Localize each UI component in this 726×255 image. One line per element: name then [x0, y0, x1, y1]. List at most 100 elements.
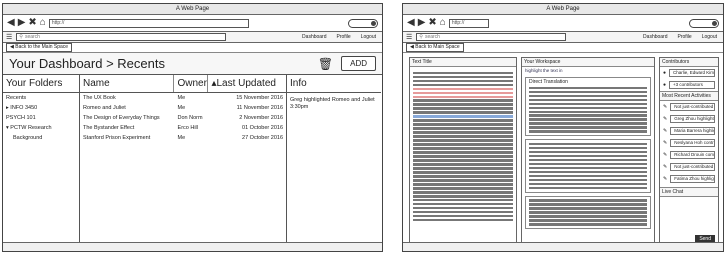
home-icon[interactable]: ⌂ — [40, 18, 46, 28]
pencil-icon: ✎ — [663, 104, 668, 110]
activity-text: Not just-contributed — [670, 163, 715, 171]
window-title: A Web Page — [3, 4, 382, 15]
contributor-item[interactable]: ● Charlie, Edward Kim — [660, 67, 718, 79]
cell-date: 01 October 2016 — [242, 125, 284, 131]
recent-activities-title: Most Recent Activities — [660, 91, 718, 101]
nav-logout-link[interactable]: Logout — [699, 34, 720, 40]
col-name-header[interactable]: Name — [80, 75, 175, 92]
cell-name: The Design of Everyday Things — [83, 115, 160, 121]
analysis-box[interactable] — [525, 139, 651, 193]
translation-box[interactable]: Direct Translation — [525, 77, 651, 137]
dashboard-window: A Web Page ◀ ▶ ✖ ⌂ http:// ☰ ⚲ search Da… — [2, 3, 383, 252]
search-icon: ⚲ — [19, 34, 23, 40]
app-bar: ☰ ⚲ search Dashboard Profile Logout — [3, 32, 382, 43]
col-owner-header[interactable]: Owner — [174, 75, 209, 92]
dashboard-columns: Your Folders Recents ▸ INFO 3450 PSYCH 1… — [3, 75, 382, 243]
cell-name: Stanford Prison Experiment — [83, 135, 151, 141]
pencil-icon: ✎ — [663, 176, 668, 182]
home-icon[interactable]: ⌂ — [440, 18, 446, 28]
back-arrow-icon[interactable]: ◀ — [7, 18, 15, 28]
contributors-title: Contributors — [660, 58, 718, 67]
cell-name: The Bystander Effect — [83, 125, 135, 131]
pencil-icon: ✎ — [663, 140, 668, 146]
cell-name: Romeo and Juliet — [83, 105, 126, 111]
sidebar-panel: Contributors ● Charlie, Edward Kim ● +3 … — [659, 57, 719, 247]
search-placeholder: search — [424, 34, 440, 40]
nav-logout-link[interactable]: Logout — [358, 34, 379, 40]
activity-item[interactable]: ✎Neslyana Hoh contributed — [660, 137, 718, 149]
nav-profile-link[interactable]: Profile — [675, 34, 695, 40]
user-icon: ● — [663, 82, 667, 88]
cell-owner: Don Norm — [177, 115, 203, 121]
table-header: Name Owner ▴Last Updated — [80, 75, 286, 93]
activity-item[interactable]: ✎ Not just-contributed — [660, 101, 718, 113]
activity-item[interactable]: ✎Richard Drouin commented — [660, 149, 718, 161]
activity-text: Greg Zhou highlighted — [670, 115, 715, 123]
col-updated-header[interactable]: ▴Last Updated — [208, 75, 286, 92]
toggle-switch[interactable] — [689, 18, 719, 28]
forward-arrow-icon[interactable]: ▶ — [418, 18, 426, 28]
pencil-icon: ✎ — [663, 152, 668, 158]
back-to-main-label: Back to the Main Space — [15, 44, 69, 50]
folder-item[interactable]: Background — [3, 133, 79, 143]
files-table: Name Owner ▴Last Updated The UX Book Me … — [80, 75, 287, 243]
folder-item[interactable]: Recents — [3, 93, 79, 103]
search-placeholder: search — [24, 34, 40, 40]
add-button[interactable]: ADD — [341, 56, 376, 71]
pencil-icon: ✎ — [663, 128, 668, 134]
close-icon[interactable]: ✖ — [28, 18, 36, 28]
text-body[interactable] — [410, 67, 516, 226]
back-to-main-button[interactable]: ◀ Back to Main Space — [406, 43, 464, 52]
folder-item[interactable]: ▸ INFO 3450 — [3, 103, 79, 113]
table-row[interactable]: The Bystander Effect Erco Hill 01 Octobe… — [80, 123, 286, 133]
folder-item[interactable]: PSYCH 101 — [3, 113, 79, 123]
status-bar — [403, 242, 723, 251]
nav-dashboard-link[interactable]: Dashboard — [640, 34, 670, 40]
forward-arrow-icon[interactable]: ▶ — [18, 18, 26, 28]
cell-owner: Me — [177, 95, 186, 101]
workspace-panel: Your Workspace highlight the text in Dir… — [521, 57, 655, 247]
activity-item[interactable]: ✎ Not just-contributed — [660, 161, 718, 173]
activity-item[interactable]: ✎Maria Barrera highlighted — [660, 125, 718, 137]
direct-translation-label: Direct Translation — [529, 79, 568, 85]
nav-profile-link[interactable]: Profile — [334, 34, 354, 40]
activity-text: Fatima Zhou highlighted — [670, 175, 715, 183]
live-chat-title: Live Chat — [660, 187, 718, 197]
back-to-main-button[interactable]: ◀ Back to the Main Space — [6, 43, 73, 52]
table-row[interactable]: Stanford Prison Experiment Me 27 October… — [80, 133, 286, 143]
cell-date: 15 November 2016 — [236, 95, 284, 101]
trash-icon[interactable]: 🗑 — [318, 57, 333, 71]
contributor-name: Charlie, Edward Kim — [669, 69, 715, 77]
menu-icon[interactable]: ☰ — [6, 33, 12, 41]
folder-item[interactable]: ▾ PCTW Research — [3, 123, 79, 133]
activity-item[interactable]: ✎Fatima Zhou highlighted — [660, 173, 718, 185]
activity-text: Maria Barrera highlighted — [670, 127, 715, 135]
cell-date: 11 November 2016 — [236, 105, 284, 111]
table-row[interactable]: Romeo and Juliet Me 11 November 2016 — [80, 103, 286, 113]
text-title: Text Title — [410, 58, 516, 67]
cell-owner: Me — [177, 135, 186, 141]
url-field[interactable]: http:// — [48, 18, 249, 28]
menu-icon[interactable]: ☰ — [406, 33, 412, 41]
cell-name: The UX Book — [83, 95, 116, 101]
toggle-switch[interactable] — [348, 18, 378, 28]
url-field[interactable]: http:// — [448, 18, 489, 28]
notes-box[interactable] — [525, 195, 651, 230]
search-input[interactable]: ⚲ search — [416, 33, 567, 41]
pencil-icon: ✎ — [663, 164, 668, 170]
contributor-item[interactable]: ● +3 contributors — [660, 79, 718, 91]
browser-toolbar: ◀ ▶ ✖ ⌂ http:// — [3, 15, 382, 32]
text-panel: Text Title — [409, 57, 517, 247]
activity-text: Not just-contributed — [670, 103, 715, 111]
back-arrow-icon[interactable]: ◀ — [407, 18, 415, 28]
table-row[interactable]: The Design of Everyday Things Don Norm 2… — [80, 113, 286, 123]
browser-toolbar: ◀ ▶ ✖ ⌂ http:// — [403, 15, 723, 32]
back-to-main-label: Back to Main Space — [415, 44, 460, 50]
close-icon[interactable]: ✖ — [428, 18, 436, 28]
folders-panel: Your Folders Recents ▸ INFO 3450 PSYCH 1… — [3, 75, 80, 243]
nav-dashboard-link[interactable]: Dashboard — [299, 34, 329, 40]
cell-date: 27 October 2016 — [242, 135, 284, 141]
table-row[interactable]: The UX Book Me 15 November 2016 — [80, 93, 286, 103]
activity-item[interactable]: ✎ Greg Zhou highlighted — [660, 113, 718, 125]
search-input[interactable]: ⚲ search — [16, 33, 227, 41]
